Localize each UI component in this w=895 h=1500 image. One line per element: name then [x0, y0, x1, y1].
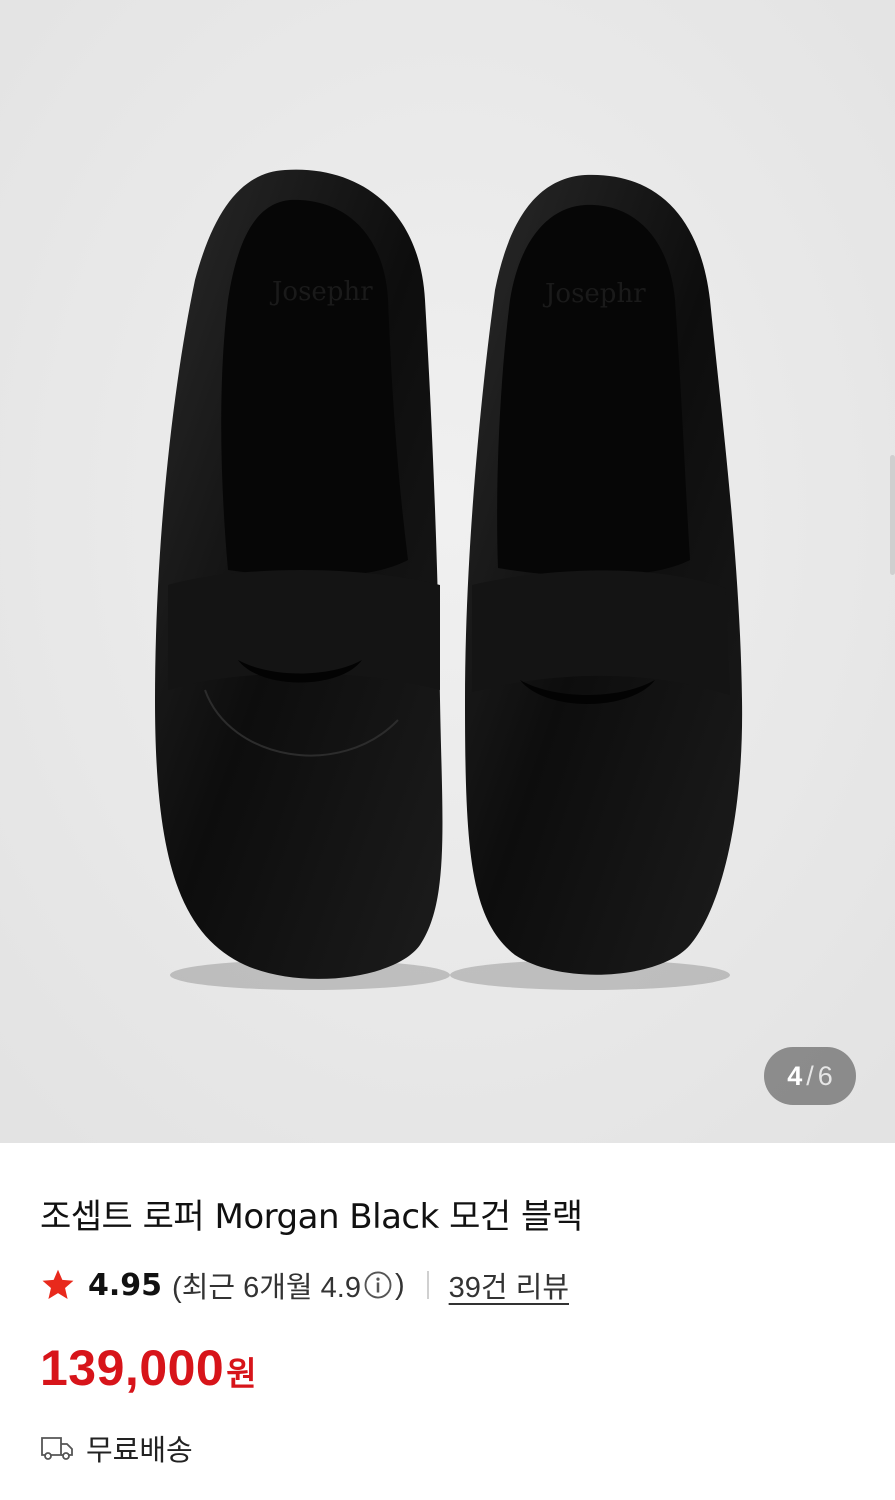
- rating-score: 4.95: [88, 1267, 163, 1303]
- image-counter-separator: /: [806, 1060, 814, 1091]
- product-title: 조셉트 로퍼 Morgan Black 모건 블랙: [40, 1197, 583, 1237]
- svg-text:Josephr: Josephr: [269, 277, 373, 307]
- product-image[interactable]: Josephr Josephr: [0, 0, 895, 1143]
- svg-text:Josephr: Josephr: [542, 279, 646, 309]
- product-info: 조셉트 로퍼 Morgan Black 모건 블랙 4.95 (최근 6개월 4…: [40, 1143, 855, 1469]
- recent-rating-close: ): [394, 1268, 405, 1301]
- shipping-info: 무료배송: [40, 1427, 855, 1469]
- info-circle-icon[interactable]: [363, 1270, 393, 1300]
- recent-rating-text: (최근 6개월 4.9: [172, 1272, 361, 1304]
- star-icon: [42, 1269, 74, 1299]
- truck-icon: [41, 1437, 73, 1460]
- product-image-gallery[interactable]: Josephr Josephr 4 / 6: [0, 0, 895, 1143]
- reviews-link[interactable]: 39건 리뷰: [449, 1264, 569, 1306]
- price: 139,000 원: [40, 1339, 855, 1397]
- image-counter-total: 6: [817, 1060, 833, 1091]
- price-value: 139,000: [40, 1340, 225, 1396]
- rating-divider: [426, 1271, 429, 1299]
- image-scroll-indicator: [890, 455, 895, 575]
- price-unit: 원: [226, 1354, 257, 1393]
- left-loafer: Josephr: [155, 169, 450, 990]
- image-counter: 4 / 6: [764, 1047, 856, 1105]
- image-counter-current: 4: [787, 1060, 803, 1091]
- recent-rating: (최근 6개월 4.9 ): [172, 1264, 405, 1306]
- shipping-label: 무료배송: [86, 1433, 193, 1467]
- rating-row: 4.95 (최근 6개월 4.9 ) 39건 리뷰: [40, 1265, 855, 1305]
